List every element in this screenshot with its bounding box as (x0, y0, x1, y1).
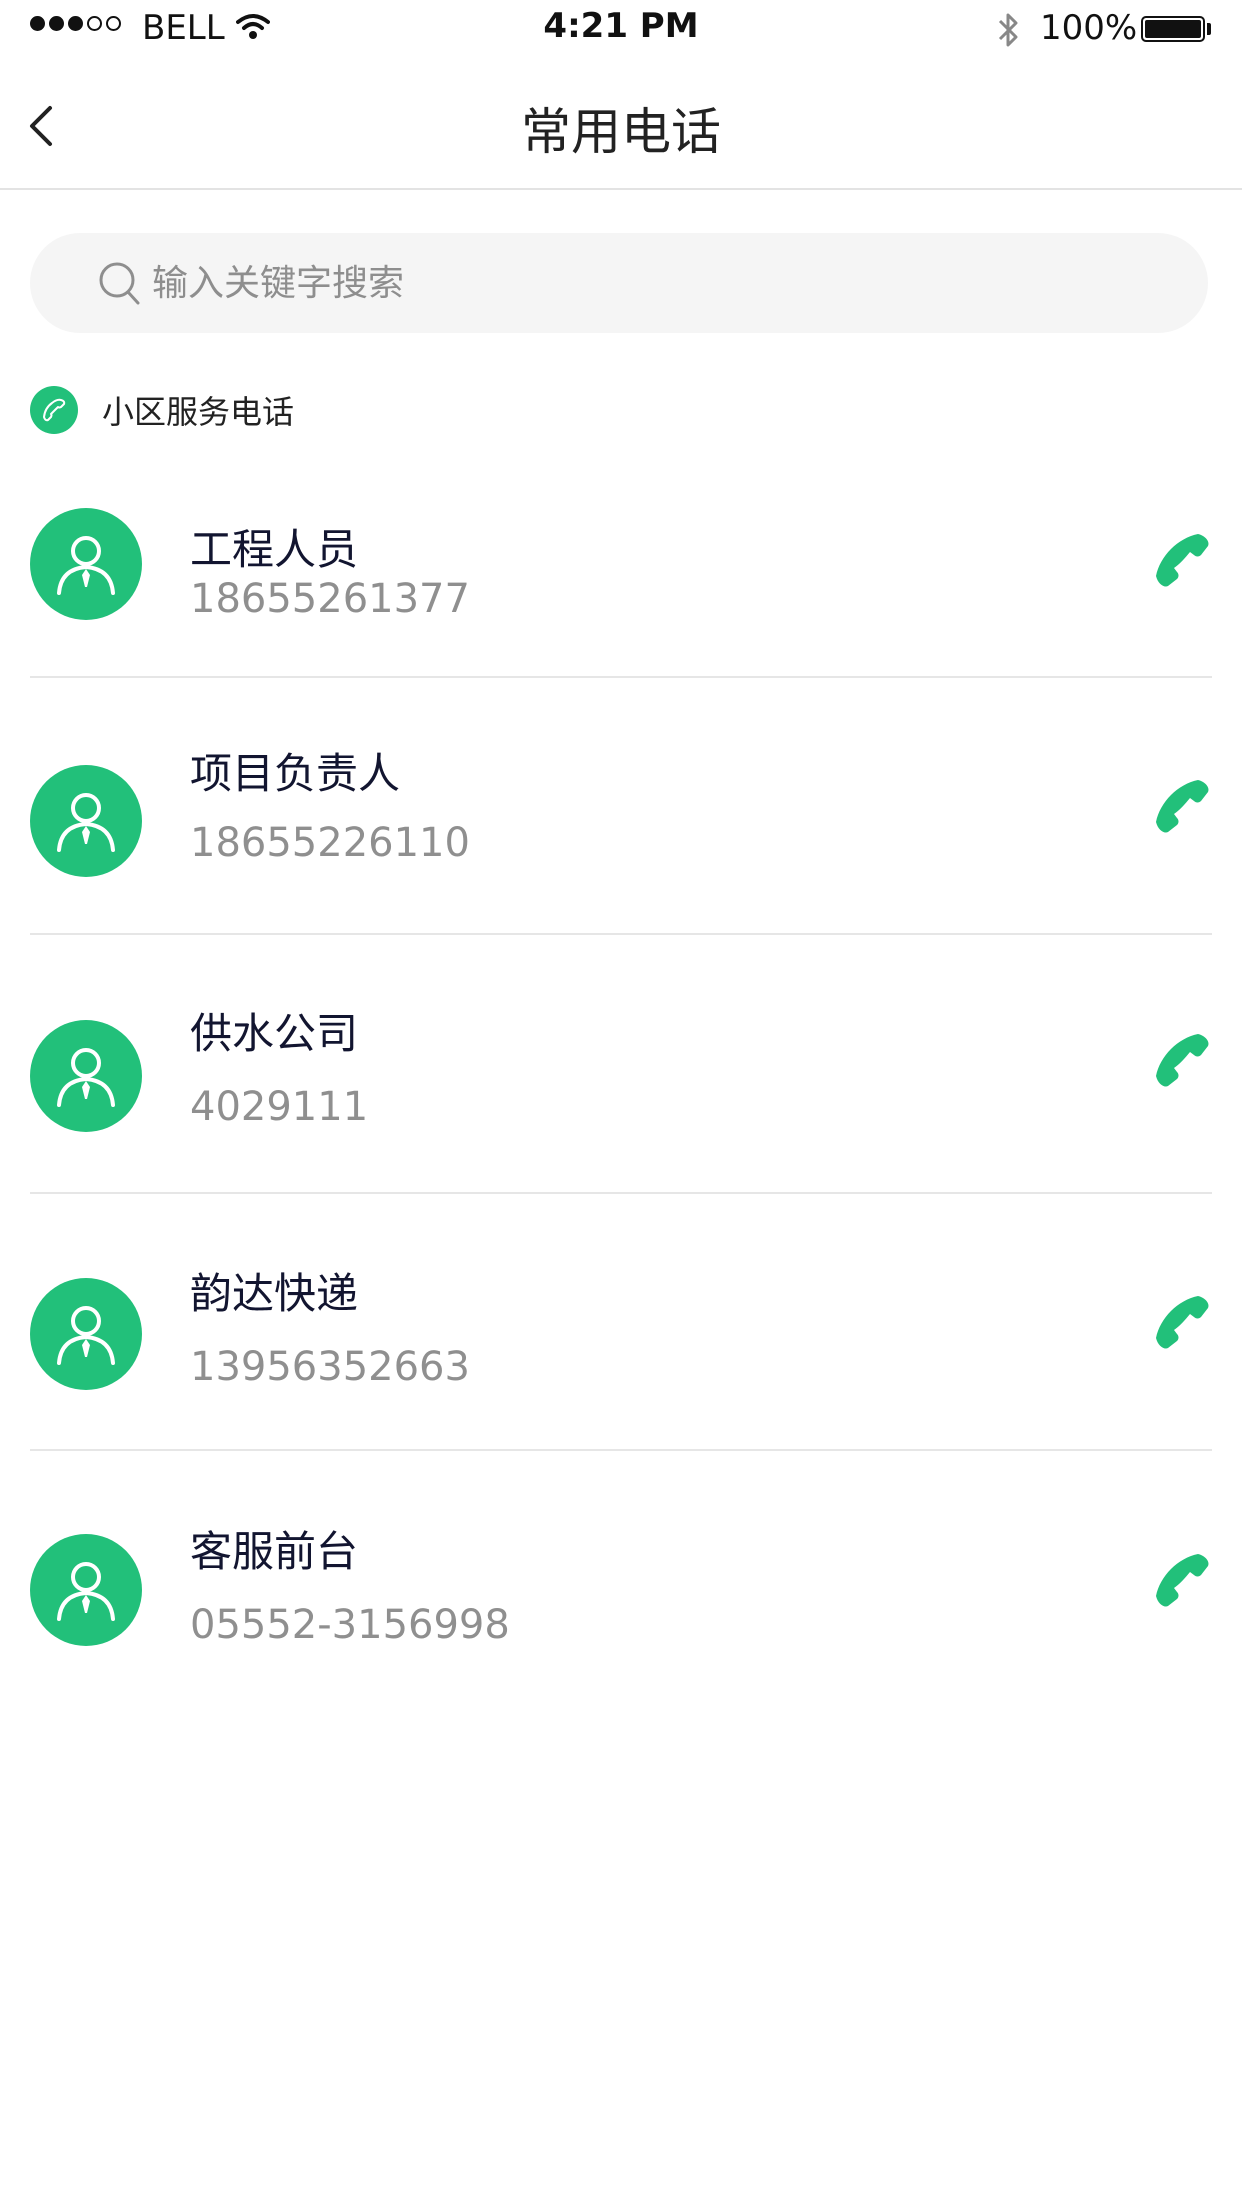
contact-name: 项目负责人 (190, 749, 401, 798)
battery-tip (1207, 23, 1211, 35)
phone-icon (1156, 534, 1209, 587)
contact-item[interactable]: 工程人员 18655261377 (30, 500, 1212, 680)
bluetooth-icon (996, 10, 1020, 54)
call-button[interactable] (1152, 776, 1214, 838)
battery-percentage: 100% (1040, 8, 1138, 48)
contact-item[interactable]: 供水公司 4029111 (30, 1000, 1212, 1180)
contact-phone: 18655226110 (190, 820, 470, 866)
person-icon (57, 536, 115, 595)
section-header: 小区服务电话 (30, 385, 294, 435)
row-divider (30, 676, 1212, 678)
contact-name: 工程人员 (190, 525, 359, 574)
person-icon (57, 1562, 115, 1621)
call-button[interactable] (1152, 1030, 1214, 1092)
phone-icon (1156, 1296, 1209, 1349)
row-divider (30, 1449, 1212, 1451)
contact-item[interactable]: 韵达快递 13956352663 (30, 1260, 1212, 1440)
avatar (30, 508, 142, 620)
avatar (30, 1020, 142, 1132)
search-bar (30, 233, 1208, 333)
avatar (30, 1534, 142, 1646)
avatar (30, 1278, 142, 1390)
contact-item[interactable]: 项目负责人 18655226110 (30, 740, 1212, 920)
person-icon (57, 1048, 115, 1107)
person-icon (57, 1306, 115, 1365)
call-button[interactable] (1152, 530, 1214, 592)
contact-phone: 4029111 (190, 1084, 369, 1130)
contact-name: 客服前台 (190, 1527, 359, 1576)
row-divider (30, 1192, 1212, 1194)
call-button[interactable] (1152, 1550, 1214, 1612)
contact-name: 供水公司 (190, 1009, 359, 1058)
battery-icon (1141, 16, 1205, 42)
call-button[interactable] (1152, 1292, 1214, 1354)
navigation-bar: 常用电话 (0, 60, 1242, 190)
row-divider (30, 933, 1212, 935)
contact-phone: 18655261377 (190, 576, 470, 622)
phone-icon (30, 386, 78, 434)
contact-item[interactable]: 客服前台 05552-3156998 (30, 1518, 1212, 1698)
contact-name: 韵达快递 (190, 1269, 359, 1318)
phone-icon (1156, 1034, 1209, 1087)
page-title: 常用电话 (521, 103, 721, 161)
status-bar: BELL 4:21 PM 100% (0, 0, 1242, 60)
search-input[interactable] (152, 233, 1152, 333)
contact-phone: 05552-3156998 (190, 1602, 510, 1648)
phone-icon (1156, 1554, 1209, 1607)
person-icon (57, 793, 115, 852)
phone-icon (1156, 780, 1209, 833)
contact-phone: 13956352663 (190, 1344, 470, 1390)
search-icon (98, 261, 142, 311)
section-title: 小区服务电话 (102, 393, 295, 431)
avatar (30, 765, 142, 877)
